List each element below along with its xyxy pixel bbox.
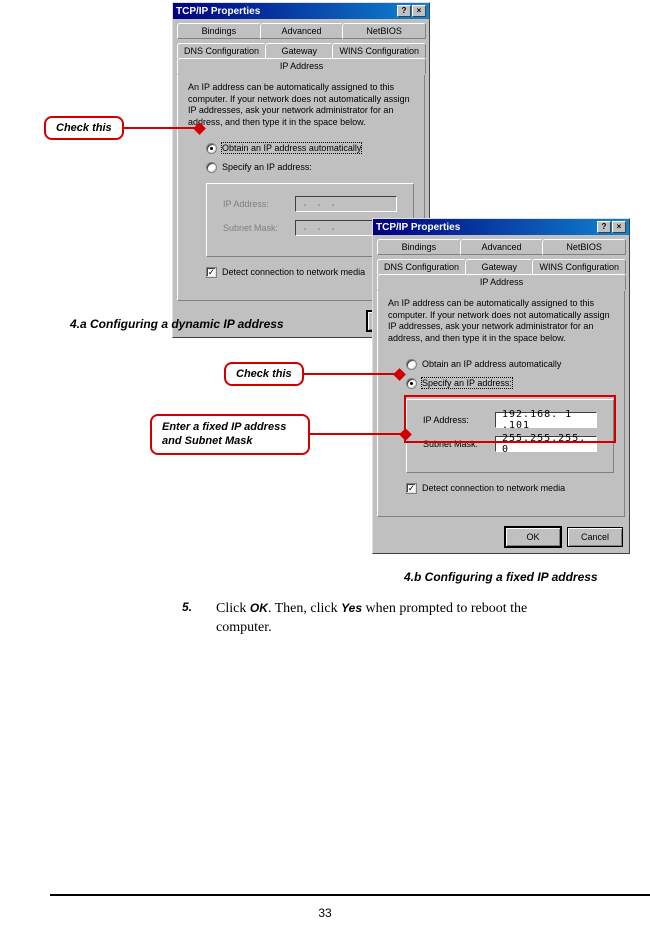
step-5: 5. Click OK. Then, click Yes when prompt… bbox=[182, 600, 576, 638]
radio-auto-row[interactable]: Obtain an IP address automatically bbox=[206, 143, 414, 154]
tab-row-2: DNS Configuration Gateway WINS Configura… bbox=[377, 259, 625, 289]
ip-address-row: IP Address: 192.168. 1 .101 bbox=[423, 412, 597, 428]
step-text: Click OK. Then, click Yes when prompted … bbox=[216, 600, 576, 638]
tab-netbios[interactable]: NetBIOS bbox=[542, 239, 626, 255]
callout-check-this-a: Check this bbox=[44, 116, 204, 140]
ip-address-input[interactable]: 192.168. 1 .101 bbox=[495, 412, 597, 428]
detect-checkbox-row[interactable]: ✓ Detect connection to network media bbox=[406, 483, 614, 494]
caption-b: 4.b Configuring a fixed IP address bbox=[404, 570, 598, 584]
radio-specify[interactable] bbox=[206, 162, 217, 173]
subnet-mask-label: Subnet Mask: bbox=[423, 439, 487, 449]
tab-row-2: DNS Configuration Gateway WINS Configura… bbox=[177, 43, 425, 73]
step-number: 5. bbox=[182, 600, 192, 638]
cancel-button[interactable]: Cancel bbox=[567, 527, 623, 547]
detect-checkbox-label: Detect connection to network media bbox=[422, 483, 565, 493]
subnet-mask-input[interactable]: 255.255.255. 0 bbox=[495, 436, 597, 452]
caption-a: 4.a Configuring a dynamic IP address bbox=[70, 317, 284, 331]
ip-address-row: IP Address: . . . bbox=[223, 196, 397, 212]
tab-dns[interactable]: DNS Configuration bbox=[177, 43, 266, 58]
radio-auto[interactable] bbox=[206, 143, 217, 154]
callout-check-this-b: Check this bbox=[224, 362, 404, 386]
tab-gateway[interactable]: Gateway bbox=[465, 259, 533, 274]
tcpip-dialog-fixed: TCP/IP Properties ? × Bindings Advanced … bbox=[372, 218, 630, 554]
tab-bindings[interactable]: Bindings bbox=[177, 23, 261, 39]
detect-checkbox[interactable]: ✓ bbox=[406, 483, 417, 494]
radio-specify-row[interactable]: Specify an IP address: bbox=[206, 162, 414, 173]
radio-specify-row[interactable]: Specify an IP address: bbox=[406, 378, 614, 389]
button-row: OK Cancel bbox=[373, 521, 629, 553]
titlebar[interactable]: TCP/IP Properties ? × bbox=[173, 3, 429, 19]
tab-wins[interactable]: WINS Configuration bbox=[532, 259, 626, 274]
ip-tab-panel: An IP address can be automatically assig… bbox=[377, 289, 625, 517]
help-icon[interactable]: ? bbox=[397, 5, 411, 17]
footer-rule bbox=[50, 894, 650, 896]
detect-checkbox-label: Detect connection to network media bbox=[222, 267, 365, 277]
callout-check-this-b-box: Check this bbox=[224, 362, 304, 386]
callout-check-this-a-box: Check this bbox=[44, 116, 124, 140]
callout-enter-fixed-box: Enter a fixed IP address and Subnet Mask bbox=[150, 414, 310, 455]
tab-row-1: Bindings Advanced NetBIOS bbox=[177, 23, 425, 39]
ip-address-input[interactable]: . . . bbox=[295, 196, 397, 212]
arrow-point-icon bbox=[193, 122, 206, 135]
tab-gateway[interactable]: Gateway bbox=[265, 43, 333, 58]
tab-dns[interactable]: DNS Configuration bbox=[377, 259, 466, 274]
ip-address-label: IP Address: bbox=[423, 415, 487, 425]
radio-auto-row[interactable]: Obtain an IP address automatically bbox=[406, 359, 614, 370]
ip-frame: IP Address: 192.168. 1 .101 Subnet Mask:… bbox=[406, 399, 614, 473]
page-number: 33 bbox=[0, 906, 650, 920]
ip-address-label: IP Address: bbox=[223, 199, 287, 209]
step-ok: OK bbox=[250, 601, 268, 615]
tab-advanced[interactable]: Advanced bbox=[460, 239, 544, 255]
radio-specify-label: Specify an IP address: bbox=[222, 162, 312, 172]
ok-button[interactable]: OK bbox=[505, 527, 561, 547]
titlebar-title: TCP/IP Properties bbox=[376, 222, 460, 233]
close-icon[interactable]: × bbox=[412, 5, 426, 17]
arrow-point-icon bbox=[399, 428, 412, 441]
tab-ipaddress[interactable]: IP Address bbox=[377, 274, 626, 291]
subnet-mask-row: Subnet Mask: . . . bbox=[223, 220, 397, 236]
tab-advanced[interactable]: Advanced bbox=[260, 23, 344, 39]
tab-netbios[interactable]: NetBIOS bbox=[342, 23, 426, 39]
radio-auto[interactable] bbox=[406, 359, 417, 370]
tab-ipaddress[interactable]: IP Address bbox=[177, 58, 426, 75]
titlebar-title: TCP/IP Properties bbox=[176, 6, 260, 17]
radio-specify[interactable] bbox=[406, 378, 417, 389]
tab-bindings[interactable]: Bindings bbox=[377, 239, 461, 255]
step-yes: Yes bbox=[341, 601, 362, 615]
detect-checkbox[interactable]: ✓ bbox=[206, 267, 217, 278]
subnet-mask-label: Subnet Mask: bbox=[223, 223, 287, 233]
subnet-mask-row: Subnet Mask: 255.255.255. 0 bbox=[423, 436, 597, 452]
radio-auto-label: Obtain an IP address automatically bbox=[422, 359, 561, 369]
close-icon[interactable]: × bbox=[612, 221, 626, 233]
radio-specify-label: Specify an IP address: bbox=[422, 378, 512, 388]
instruction-text: An IP address can be automatically assig… bbox=[388, 298, 614, 345]
callout-enter-fixed: Enter a fixed IP address and Subnet Mask bbox=[150, 414, 410, 455]
instruction-text: An IP address can be automatically assig… bbox=[188, 82, 414, 129]
titlebar[interactable]: TCP/IP Properties ? × bbox=[373, 219, 629, 235]
tab-wins[interactable]: WINS Configuration bbox=[332, 43, 426, 58]
help-icon[interactable]: ? bbox=[597, 221, 611, 233]
arrow-point-icon bbox=[393, 368, 406, 381]
tab-row-1: Bindings Advanced NetBIOS bbox=[377, 239, 625, 255]
radio-auto-label: Obtain an IP address automatically bbox=[222, 143, 361, 153]
